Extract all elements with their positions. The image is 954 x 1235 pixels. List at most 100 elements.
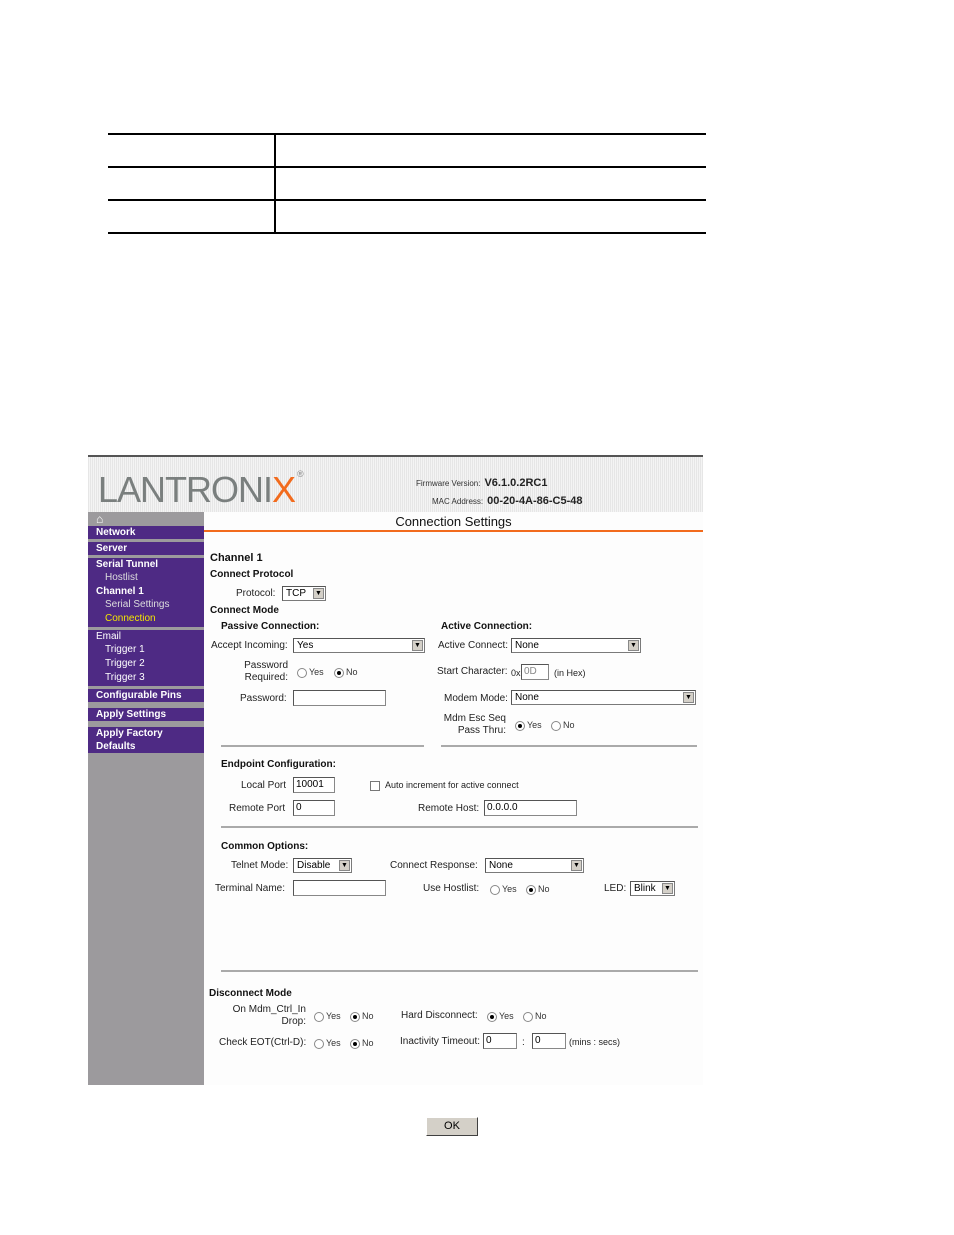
mdm-ctrl-in-drop-yes[interactable]: Yes xyxy=(314,1011,341,1022)
password-required-label-line1: Password xyxy=(244,660,288,671)
radio-icon xyxy=(297,667,307,678)
accept-incoming-select[interactable]: Yes ▼ xyxy=(293,638,425,653)
start-character-input[interactable]: 0D xyxy=(521,664,549,680)
firmware-label: Firmware Version: xyxy=(416,479,481,488)
table-row xyxy=(108,199,706,234)
connect-response-label: Connect Response: xyxy=(390,860,478,871)
sidebar-item-network[interactable]: Network xyxy=(88,526,204,539)
led-select[interactable]: Blink ▼ xyxy=(630,881,675,896)
led-label: LED: xyxy=(604,883,627,894)
protocol-select[interactable]: TCP ▼ xyxy=(282,586,326,601)
passive-connection-heading: Passive Connection: xyxy=(221,621,320,632)
sidebar-item-hostlist[interactable]: Hostlist xyxy=(88,571,204,585)
mdm-ctrl-label-line1: On Mdm_Ctrl_In xyxy=(232,1004,306,1015)
divider xyxy=(221,826,698,828)
connect-mode-heading: Connect Mode xyxy=(210,605,279,616)
hard-disconnect-no[interactable]: No xyxy=(523,1011,547,1022)
modem-mode-select[interactable]: None ▼ xyxy=(511,690,696,705)
sidebar-item-configurable-pins[interactable]: Configurable Pins xyxy=(88,689,204,702)
protocol-label: Protocol: xyxy=(236,588,276,599)
sidebar-item-trigger1[interactable]: Trigger 1 xyxy=(88,643,204,657)
password-required-yes[interactable]: Yes xyxy=(297,667,324,678)
radio-selected-icon xyxy=(487,1011,497,1022)
sidebar-item-connection[interactable]: Connection xyxy=(88,612,204,626)
radio-label: Yes xyxy=(499,1011,514,1021)
use-hostlist-yes[interactable]: Yes xyxy=(490,884,517,895)
ok-button[interactable]: OK xyxy=(426,1117,478,1136)
active-connection-heading: Active Connection: xyxy=(441,621,533,632)
sidebar-item-apply-settings[interactable]: Apply Settings xyxy=(88,708,204,721)
use-hostlist-no[interactable]: No xyxy=(526,884,550,895)
inactivity-mins-input[interactable]: 0 xyxy=(483,1033,517,1049)
chevron-down-icon: ▼ xyxy=(313,588,324,599)
checkbox-icon xyxy=(370,780,380,791)
radio-label: Yes xyxy=(502,884,517,894)
connect-response-select[interactable]: None ▼ xyxy=(485,858,584,873)
endpoint-configuration-heading: Endpoint Configuration: xyxy=(221,759,336,770)
password-label: Password: xyxy=(240,693,287,704)
mac-label: MAC Address: xyxy=(432,497,484,506)
table-row xyxy=(108,133,706,167)
mdm-ctrl-in-drop-no[interactable]: No xyxy=(350,1011,374,1022)
radio-label: No xyxy=(346,667,358,677)
divider xyxy=(221,970,698,972)
table-row xyxy=(108,166,706,200)
radio-label: Yes xyxy=(326,1038,341,1048)
firmware-version: Firmware Version: V6.1.0.2RC1 xyxy=(416,477,547,489)
sidebar-group-email: Email Trigger 1 Trigger 2 Trigger 3 xyxy=(88,630,204,686)
hard-disconnect-yes[interactable]: Yes xyxy=(487,1011,514,1022)
page-title: Connection Settings xyxy=(395,514,512,529)
check-eot-yes[interactable]: Yes xyxy=(314,1038,341,1049)
local-port-input[interactable]: 10001 xyxy=(293,777,335,793)
header: LANTRONIX ® Firmware Version: V6.1.0.2RC1 … xyxy=(88,455,703,512)
sidebar-item-server[interactable]: Server xyxy=(88,542,204,555)
check-eot-no[interactable]: No xyxy=(350,1038,374,1049)
active-connect-select[interactable]: None ▼ xyxy=(511,638,641,653)
table-cell xyxy=(108,133,276,167)
mdm-esc-seq-yes[interactable]: Yes xyxy=(515,720,542,731)
password-required-no[interactable]: No xyxy=(334,667,358,678)
mdm-ctrl-in-drop-label: On Mdm_Ctrl_In Drop: xyxy=(214,1004,306,1028)
inactivity-separator: : xyxy=(522,1037,525,1048)
sidebar-item-trigger3[interactable]: Trigger 3 xyxy=(88,671,204,685)
led-value: Blink xyxy=(634,883,656,894)
mdm-esc-seq-no[interactable]: No xyxy=(551,720,575,731)
accept-incoming-value: Yes xyxy=(297,640,314,651)
sidebar-item-channel1[interactable]: Channel 1 xyxy=(88,585,204,598)
sidebar-item-serial-settings[interactable]: Serial Settings xyxy=(88,598,204,612)
radio-label: Yes xyxy=(309,667,324,677)
start-character-label: Start Character: xyxy=(437,666,508,677)
remote-host-input[interactable]: 0.0.0.0 xyxy=(484,800,577,816)
logo-text: LANTRONI xyxy=(98,469,273,510)
protocol-value: TCP xyxy=(286,588,306,599)
terminal-name-input[interactable] xyxy=(293,880,386,896)
disconnect-mode-heading: Disconnect Mode xyxy=(209,988,292,999)
radio-icon xyxy=(314,1038,324,1049)
mdm-ctrl-label-line2: Drop: xyxy=(281,1016,306,1027)
mdm-esc-seq-label: Mdm Esc Seq Pass Thru: xyxy=(440,713,506,737)
telnet-mode-select[interactable]: Disable ▼ xyxy=(293,858,352,873)
password-required-label: Password Required: xyxy=(234,660,288,684)
document-table xyxy=(108,133,706,234)
mdm-esc-seq-label-line2: Pass Thru: xyxy=(457,725,506,736)
divider xyxy=(221,745,424,747)
radio-label: Yes xyxy=(326,1011,341,1021)
chevron-down-icon: ▼ xyxy=(683,692,694,703)
home-icon[interactable]: ⌂ xyxy=(88,512,204,526)
sidebar-item-trigger2[interactable]: Trigger 2 xyxy=(88,657,204,671)
sidebar-item-apply-factory-defaults[interactable]: Apply Factory Defaults xyxy=(88,727,204,753)
radio-selected-icon xyxy=(515,720,525,731)
telnet-mode-value: Disable xyxy=(297,860,331,871)
remote-port-input[interactable]: 0 xyxy=(293,800,335,816)
auto-increment-checkbox[interactable]: Auto increment for active connect xyxy=(370,780,519,791)
sidebar-item-email[interactable]: Email xyxy=(88,630,204,643)
inactivity-secs-input[interactable]: 0 xyxy=(532,1033,566,1049)
channel-heading: Channel 1 xyxy=(210,552,263,564)
lantronix-web-manager: LANTRONIX ® Firmware Version: V6.1.0.2RC1 … xyxy=(88,455,703,1136)
telnet-mode-label: Telnet Mode: xyxy=(231,860,289,871)
password-input[interactable] xyxy=(293,690,386,706)
password-required-label-line2: Required: xyxy=(244,672,288,683)
table-cell xyxy=(275,199,706,234)
sidebar-item-serial-tunnel[interactable]: Serial Tunnel xyxy=(88,558,204,571)
mac-address: MAC Address: 00-20-4A-86-C5-48 xyxy=(432,495,583,507)
